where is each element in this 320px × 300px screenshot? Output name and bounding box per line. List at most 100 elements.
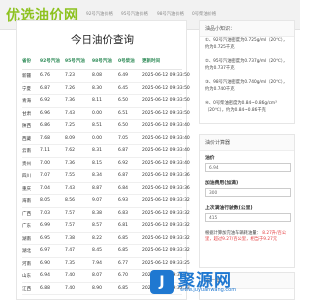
table-row: 新疆 6.76 7.23 8.08 6.49 2025-06-12 09:33:50 [22, 70, 190, 83]
price-cell: 7.11 [40, 148, 51, 153]
tip-item: ④、0号柴油密度为0.84~0.86g/cm³（20℃），约为0.84~0.86… [205, 101, 277, 113]
price-cell: 6.84 [118, 185, 129, 191]
province-cell: 江西 [22, 286, 31, 292]
table-header: 省份 92号汽油 95号汽油 98号汽油 0号柴油 更新时间 [22, 58, 182, 70]
price-cell: 8.11 [92, 98, 103, 103]
tip-item: ①、92号汽油密度为0.725g/ml（20℃），约为0.725千克 [205, 38, 288, 50]
price-cell: 7.55 [65, 173, 76, 178]
province-cell: 甘肃 [22, 111, 31, 117]
price-cell: 6.92 [40, 98, 51, 103]
price-cell: 7.00 [40, 160, 51, 166]
tip-item: ②、95号汽油密度为0.737g/ml（20℃），约为0.737千克 [205, 59, 288, 71]
price-cell: 6.76 [40, 73, 51, 78]
price-cell: 7.68 [40, 135, 51, 141]
calculator-panel: 油价计算器 油价 6.94 加油费用(加满) 300 上次满油行驶数(公里) 4… [199, 134, 295, 268]
price-cell: 7.57 [65, 223, 76, 228]
column-header: 92号汽油 [40, 59, 60, 64]
price-cell: 6.77 [118, 260, 129, 266]
price-cell: 6.50 [118, 98, 129, 103]
price-cell: 8.05 [40, 198, 51, 203]
price-cell: 6.99 [40, 223, 51, 228]
table-row: 宁夏 6.87 7.26 8.30 6.45 2025-06-12 09:33:50 [22, 83, 190, 95]
price-cell: 7.23 [65, 73, 76, 78]
table-row: 西藏 7.68 8.09 0.00 7.05 2025-06-12 09:33:40 [22, 133, 190, 145]
price-cell: 8.22 [92, 235, 103, 241]
table-row: 广东 6.99 7.57 8.57 6.81 2025-06-12 09:33:32 [22, 220, 190, 233]
price-cell: 8.87 [92, 185, 103, 191]
province-cell: 海南 [22, 199, 31, 204]
price-cell: 8.34 [92, 173, 103, 178]
price-cell: 8.90 [92, 285, 103, 291]
price-cell: 7.62 [65, 148, 76, 153]
nav-link-diesel[interactable]: 0号柴油价格 [192, 11, 216, 17]
price-cell: 7.40 [65, 285, 76, 291]
nav-link-92[interactable]: 92号汽油价格 [86, 11, 113, 17]
calculator-title: 油价计算器 [200, 135, 294, 151]
price-cell: 8.51 [92, 123, 103, 128]
update-time-cell: 2025-06-12 09:33:50 [142, 73, 190, 78]
table-row: 广西 7.03 7.57 8.38 6.83 2025-06-12 09:33:32 [22, 208, 190, 220]
price-cell: 6.87 [118, 173, 129, 178]
price-cell: 0.00 [92, 135, 103, 141]
province-cell: 山东 [22, 274, 31, 279]
update-time-cell: 2025-06-12 09:33:50 [142, 110, 190, 116]
price-cell: 7.38 [65, 235, 76, 241]
price-cell: 6.86 [40, 123, 51, 128]
province-cell: 四川 [22, 174, 31, 179]
result-prefix: 根据计算加完油车辆耗油量： [205, 231, 261, 236]
column-header: 更新时间 [142, 59, 160, 64]
price-cell: 7.26 [65, 85, 76, 91]
price-cell: 8.07 [92, 273, 103, 278]
price-cell: 6.94 [40, 273, 51, 278]
province-cell: 广西 [22, 211, 31, 217]
price-cell: 7.03 [40, 210, 51, 216]
price-cell: 9.07 [92, 198, 103, 203]
price-cell: 8.45 [92, 248, 103, 253]
tips-panel: 油品小知识： ①、92号汽油密度为0.725g/ml（20℃），约为0.725千… [199, 20, 295, 124]
update-time-cell: 2025-06-12 09:33:50 [142, 98, 190, 103]
table-row: 重庆 7.04 7.43 8.87 6.84 2025-06-12 09:33:36 [22, 183, 190, 195]
price-cell: 7.47 [65, 248, 76, 253]
update-time-cell: 2025-06-12 09:33:32 [142, 248, 190, 253]
nav-link-95[interactable]: 95号汽油价格 [121, 11, 148, 17]
price-cell: 6.85 [118, 235, 129, 241]
price-cell: 6.51 [118, 110, 129, 116]
province-cell: 河南 [22, 261, 31, 267]
distance-label: 上次满油行驶数(公里) [205, 206, 253, 211]
price-cell: 7.36 [65, 160, 76, 166]
page-title: 今日油价查询 [71, 34, 134, 46]
update-time-cell: 2025-06-12 09:33:36 [142, 173, 190, 178]
update-time-cell: 2025-06-12 09:33:32 [142, 235, 190, 241]
amount-label: 加油费用(加满) [205, 181, 239, 186]
update-time-cell: 2025-06-12 09:33:40 [142, 123, 190, 128]
nav-link-98[interactable]: 98号汽油价格 [157, 11, 184, 17]
table-row: 海南 8.05 8.56 9.07 6.93 2025-06-12 09:33:32 [22, 195, 190, 208]
update-time-cell: 2025-06-12 09:33:50 [142, 85, 190, 91]
update-time-cell: 2025-06-12 09:33:40 [142, 148, 190, 153]
price-input[interactable]: 6.94 [205, 163, 291, 172]
province-cell: 宁夏 [22, 86, 31, 92]
price-cell: 8.57 [92, 223, 103, 228]
price-cell: 6.95 [40, 235, 51, 241]
price-cell: 8.31 [92, 148, 103, 153]
update-time-cell: 2025-06-12 09:33:36 [142, 185, 190, 191]
price-cell: 7.40 [65, 273, 76, 278]
price-cell: 6.85 [118, 248, 129, 253]
tips-title: 油品小知识： [200, 21, 294, 37]
distance-input[interactable]: 415 [205, 213, 291, 222]
price-cell: 8.56 [65, 198, 76, 203]
update-time-cell: 2025-06-12 09:33:32 [142, 198, 190, 203]
price-cell: 6.85 [118, 285, 129, 291]
table-row: 甘肃 6.96 7.43 0.00 6.51 2025-06-12 09:33:50 [22, 108, 190, 120]
price-cell: 6.90 [40, 260, 51, 266]
update-time-cell: 2025-06-12 09:33:40 [142, 160, 190, 166]
amount-input[interactable]: 300 [205, 188, 291, 197]
province-cell: 贵州 [22, 161, 31, 167]
price-cell: 6.45 [118, 85, 129, 91]
price-cell: 6.88 [40, 285, 51, 291]
province-cell: 湖北 [22, 249, 31, 254]
price-cell: 8.09 [65, 135, 76, 141]
province-cell: 陕西 [22, 124, 31, 129]
price-panel: 今日油价查询 省份 92号汽油 95号汽油 98号汽油 0号柴油 更新时间 新疆… [16, 20, 190, 300]
price-cell: 8.15 [92, 160, 103, 166]
